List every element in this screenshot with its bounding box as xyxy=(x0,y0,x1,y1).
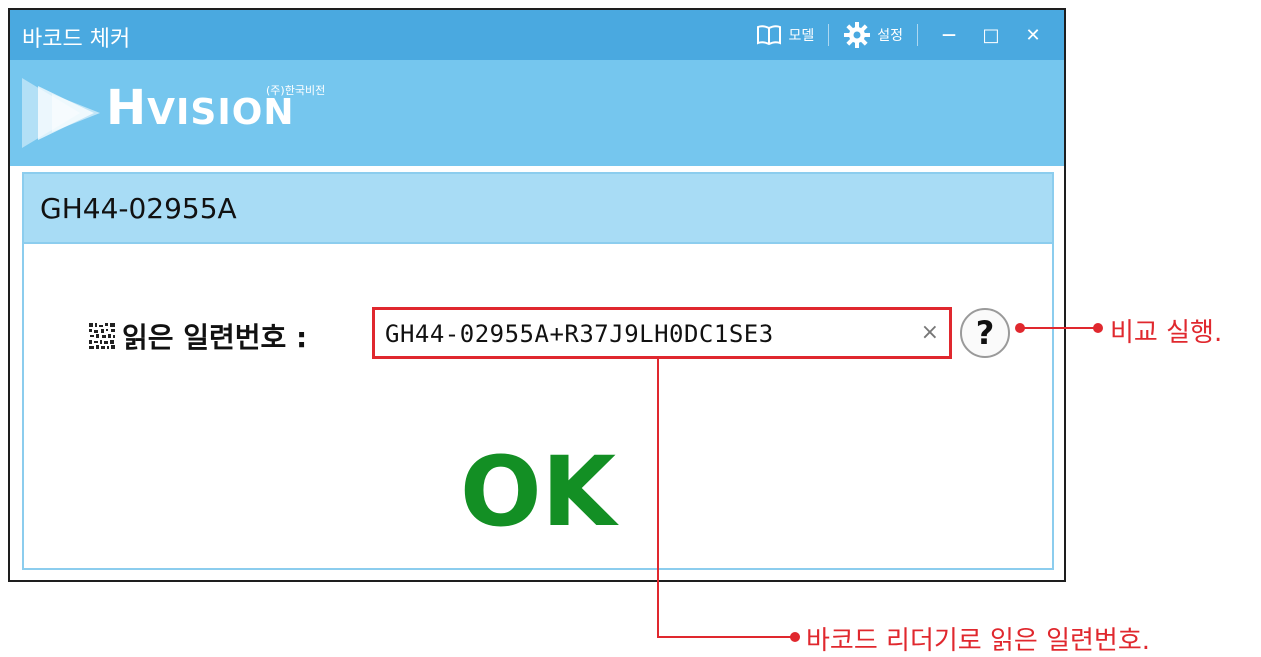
serial-callout-line xyxy=(657,357,795,638)
help-callout-end-dot xyxy=(1093,323,1103,333)
annotation-connectors xyxy=(657,323,1103,642)
serial-callout-text: 바코드 리더기로 읽은 일련번호. xyxy=(806,626,1151,656)
serial-callout-end-dot xyxy=(790,632,800,642)
help-callout-text: 비교 실행. xyxy=(1110,318,1223,348)
help-callout-start-dot xyxy=(1015,323,1025,333)
